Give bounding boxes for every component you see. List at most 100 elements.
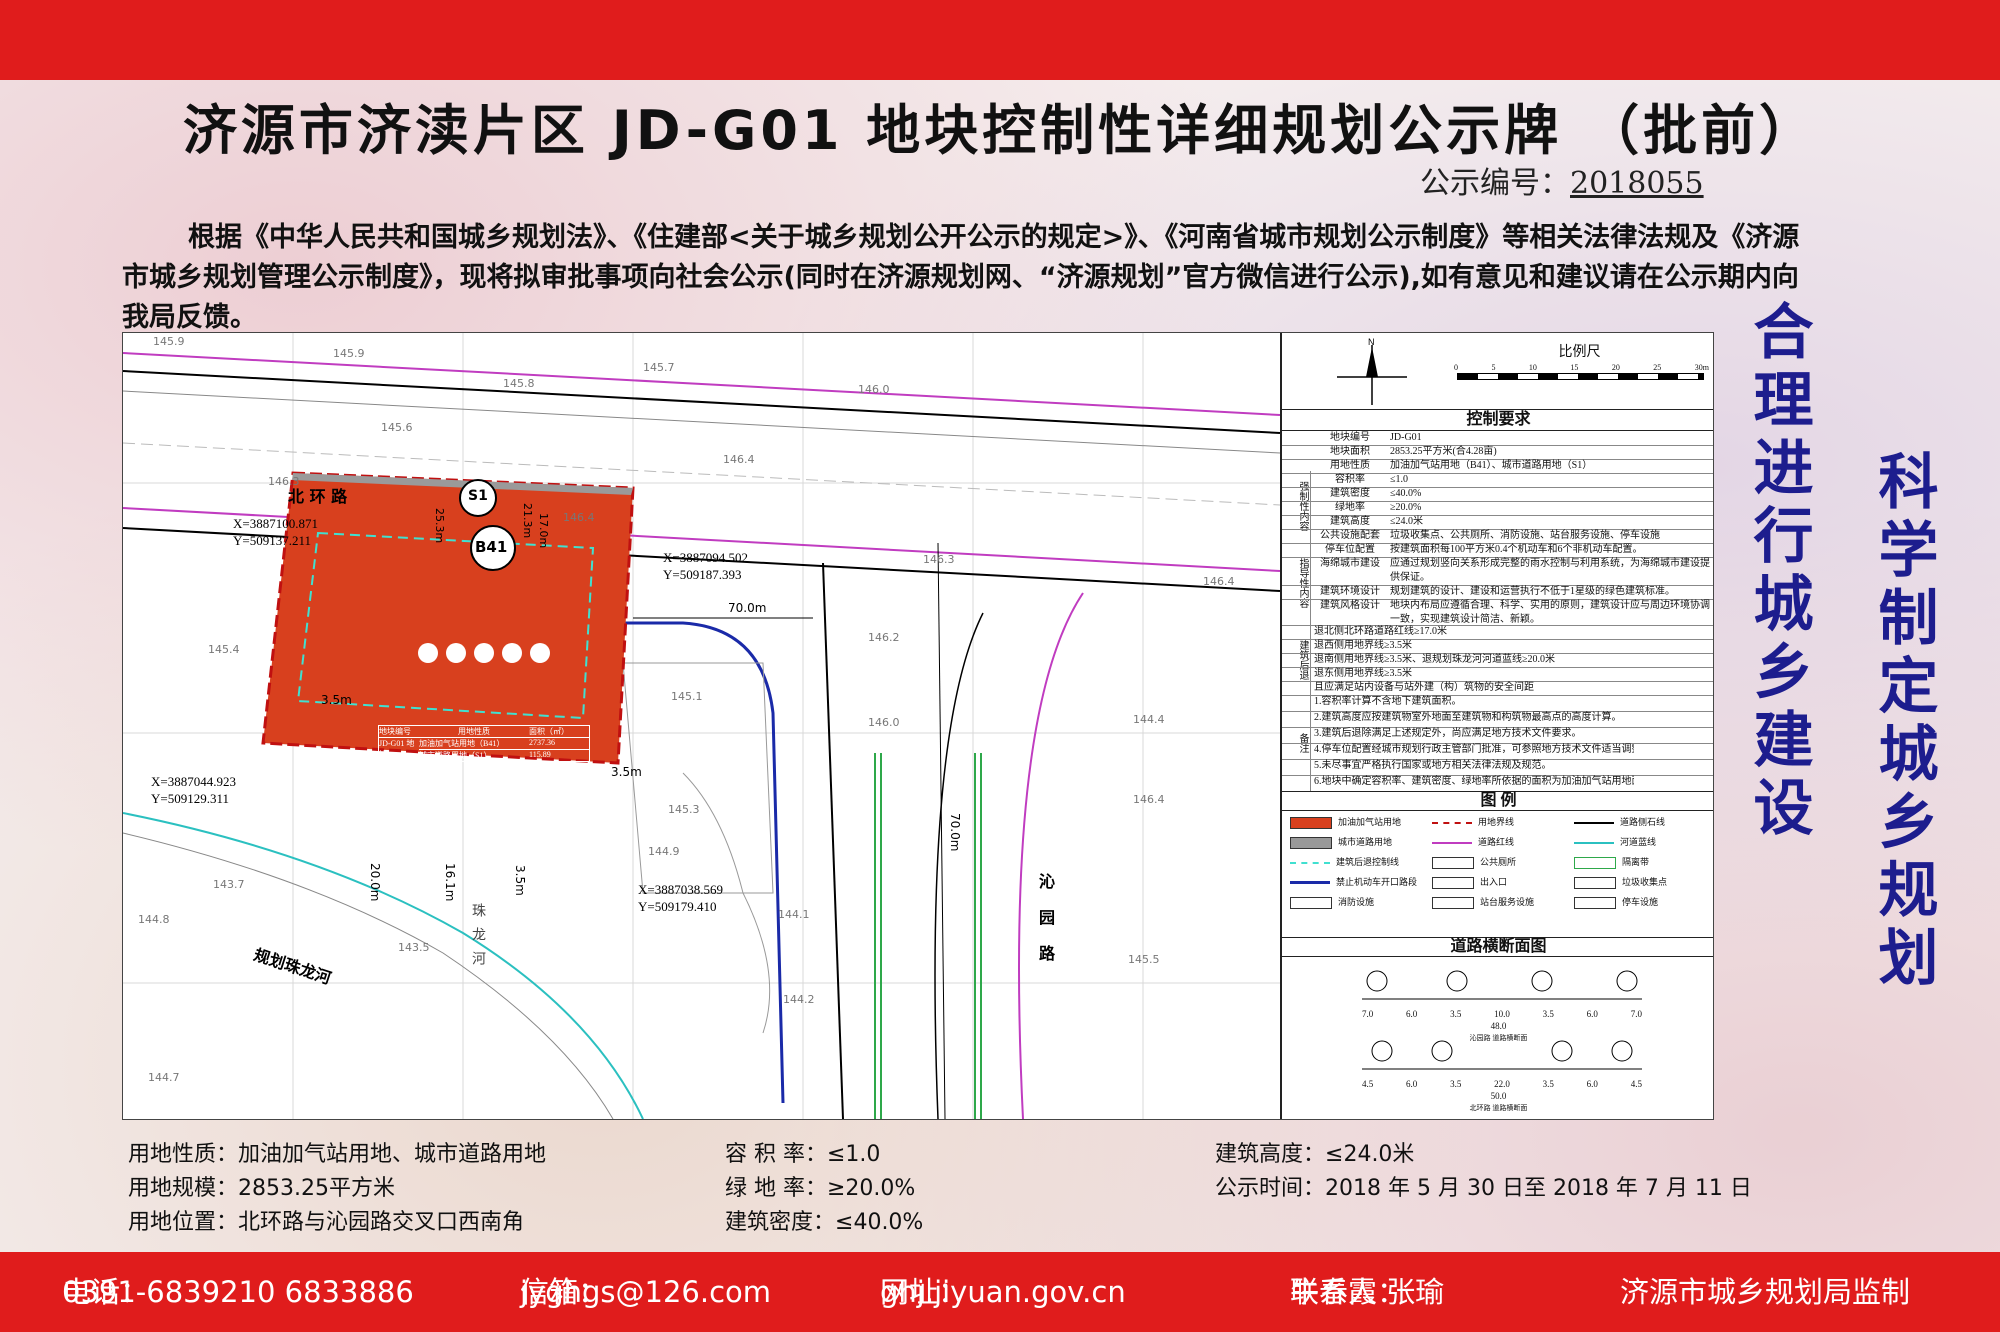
footer-bar: 电话： 0391-6839210 6833886 信箱： jyghgs@126.co… <box>0 1252 2000 1332</box>
elev-13: 145.4 <box>208 643 240 656</box>
legend-item: 加油加气站用地 <box>1290 815 1401 829</box>
elev-9: 146.4 <box>723 453 755 466</box>
control-row: 地块面积 2853.25平方米(合4.28亩) <box>1282 445 1713 460</box>
elev-3: 145.8 <box>503 377 535 390</box>
elev-4: 145.7 <box>643 361 675 374</box>
river-blue-line <box>123 812 644 1119</box>
xs2-total: 50.0 <box>1490 1091 1507 1101</box>
east-road-redline <box>1018 592 1084 1119</box>
coord-nw: X=3887100.871 Y=509137.211 <box>233 516 318 548</box>
legend-item: 站台服务设施 <box>1432 895 1534 909</box>
setback-row: 退西侧用地界线≥3.5米 <box>1282 639 1713 654</box>
legend-item: 禁止机动车开口路段 <box>1290 875 1417 889</box>
slogan-right: 科学制定城乡规划 <box>1868 450 1938 994</box>
elev-5: 145.6 <box>381 421 413 434</box>
note-row: 1.容积率计算不含地下建筑面积。 <box>1282 695 1713 712</box>
elev-15: 146.0 <box>868 716 900 729</box>
legend-item: 用地界线 <box>1432 815 1514 829</box>
s1-label: S1 <box>468 488 488 504</box>
legend-item: 消防设施 <box>1290 895 1374 909</box>
intro-paragraph: 根据《中华人民共和国城乡规划法》、《住建部<关于城乡规划公开公示的规定>》、《河… <box>122 222 1800 333</box>
legend-item: 城市道路用地 <box>1290 835 1392 849</box>
control-row: 用地性质 加油加气站用地（B41）、城市道路用地（S1） <box>1282 459 1713 474</box>
info-col-2: 容 积 率：≤1.0 绿 地 率：≥20.0% 建筑密度：≤40.0% <box>725 1138 923 1240</box>
dim-17: 17.0m <box>537 513 550 549</box>
notice-value: 2018055 <box>1570 166 1704 201</box>
note-row: 5.未尽事宜严格执行国家或地方相关法律法规及规范。 <box>1282 759 1713 776</box>
xs1-name: 沁园路 道路横断面 <box>1469 1034 1528 1042</box>
scale-bar <box>1457 373 1704 380</box>
cross-section-title: 道路横断面图 <box>1282 937 1713 957</box>
dim-river-setback: 20.0m <box>368 863 382 902</box>
notice-label: 公示编号： <box>1420 166 1570 201</box>
dim-16: 16.1m <box>443 863 457 902</box>
river-name-label: 珠龙河 <box>470 903 486 975</box>
setback-row: 且应满足站内设备与站外建（构）筑物的安全间距 <box>1282 681 1713 696</box>
footer-supervisor: 济源市城乡规划局监制 <box>1620 1275 1911 1309</box>
info-col-3: 建筑高度：≤24.0米 公示时间：2018 年 5 月 30 日至 2018 年… <box>1215 1138 1752 1206</box>
svg-text:N: N <box>1368 337 1375 347</box>
info-scale: 用地规模：2853.25平方米 <box>128 1176 395 1201</box>
legend-item: 公共厕所 <box>1432 855 1516 869</box>
elev-6: 146.0 <box>858 383 890 396</box>
legend-title: 图 例 <box>1282 791 1713 811</box>
b41-label: B41 <box>475 538 508 556</box>
info-col-1: 用地性质：加油加气站用地、城市道路用地 用地规模：2853.25平方米 用地位置… <box>128 1138 546 1240</box>
elev-19: 144.8 <box>138 913 170 926</box>
elev-24: 144.4 <box>1133 713 1165 726</box>
elev-25: 144.1 <box>778 908 810 921</box>
east-road-edge <box>822 562 844 1119</box>
legend-item: 河道蓝线 <box>1574 835 1656 849</box>
elev-8: 146.4 <box>563 511 595 524</box>
control-row: 地块编号 JD-G01 <box>1282 431 1713 446</box>
green-belts <box>874 753 982 1119</box>
east-road-label: 沁园路 <box>1036 873 1055 981</box>
coord-sw: X=3887044.923 Y=509129.311 <box>151 774 236 806</box>
planning-map: 北 环 路 沁园路 规划珠龙河 珠龙河 X=3887100.871 Y=50913… <box>122 332 1714 1120</box>
note-row: 3.建筑后退除满足上述规定外，尚应满足地方技术文件要求。 <box>1282 727 1713 744</box>
inner-plot-table: 地块编号 用地性质 面积（㎡） JD-G01 地块 加油加气站用地（B41） 27… <box>378 725 590 762</box>
control-row: 建筑密度 ≤40.0% <box>1282 487 1713 502</box>
elev-16: 145.3 <box>668 803 700 816</box>
control-row: 绿地率 ≥20.0% <box>1282 501 1713 516</box>
scale-ticks: 05 10 15 20 25 30m <box>1454 363 1709 372</box>
notice-number: 公示编号：2018055 <box>1420 158 1704 202</box>
elev-14: 145.1 <box>671 690 703 703</box>
elev-18: 143.7 <box>213 878 245 891</box>
info-period: 公示时间：2018 年 5 月 30 日至 2018 年 7 月 11 日 <box>1215 1176 1752 1201</box>
coord-ne: X=3887094.502 Y=509187.393 <box>663 550 748 582</box>
note-row: 6.地块中确定容积率、建筑密度、绿地率所依据的面积为加油加气站用地面积 <box>1282 775 1713 792</box>
north-arrow-icon: N <box>1337 337 1407 405</box>
legend-item: 出入口 <box>1432 875 1507 889</box>
legend-item: 停车设施 <box>1574 895 1658 909</box>
elev-10: 146.4 <box>1203 575 1235 588</box>
elev-7: 146.3 <box>268 475 300 488</box>
dim-70-vertical: 70.0m <box>948 813 962 852</box>
elev-2: 145.9 <box>333 347 365 360</box>
note-row: 4.停车位配置经城市规划行政主管部门批准，可参照地方技术文件适当调整。 <box>1282 743 1713 760</box>
xs2-dims: 4.5 6.0 3.5 22.0 3.5 6.0 4.5 <box>1362 1079 1642 1089</box>
scale-title: 比例尺 <box>1558 345 1601 360</box>
info-density: 建筑密度：≤40.0% <box>725 1210 924 1235</box>
control-row: 建筑风格设计 地块内布局应遵循合理、科学、实用的原则，建筑设计应与周边环境协调一致… <box>1282 599 1713 626</box>
elev-23: 145.5 <box>1128 953 1160 966</box>
elev-26: 146.4 <box>1133 793 1165 806</box>
elev-22: 144.7 <box>148 1071 180 1084</box>
slogan-left: 合理进行城乡建设 <box>1743 300 1813 844</box>
xs1-dims: 7.0 6.0 3.5 10.0 3.5 6.0 7.0 <box>1362 1009 1642 1019</box>
dim-east-setback: 3.5m <box>611 765 642 779</box>
xs2-name: 北环路 道路横断面 <box>1469 1104 1528 1112</box>
info-use: 用地性质：加油加气站用地、城市道路用地 <box>128 1142 547 1167</box>
dim-25: 25.3m <box>433 508 446 544</box>
top-red-band <box>0 0 2000 80</box>
control-panel: N 比例尺 05 10 15 20 25 30m 控制要求 强制性内容 指导性内容 … <box>1280 333 1713 1119</box>
legend-item: 建筑后退控制线 <box>1290 855 1399 869</box>
control-row: 容积率 ≤1.0 <box>1282 473 1713 488</box>
info-far: 容 积 率：≤1.0 <box>725 1142 881 1167</box>
elev-20: 143.5 <box>398 941 430 954</box>
legend-item: 道路红线 <box>1432 835 1514 849</box>
control-row: 建筑高度 ≤24.0米 <box>1282 515 1713 530</box>
dim-70-horizontal: 70.0m <box>728 601 767 615</box>
legend-item: 隔离带 <box>1574 855 1649 869</box>
setback-row: 退北侧北环路道路红线≥17.0米 <box>1282 625 1713 640</box>
